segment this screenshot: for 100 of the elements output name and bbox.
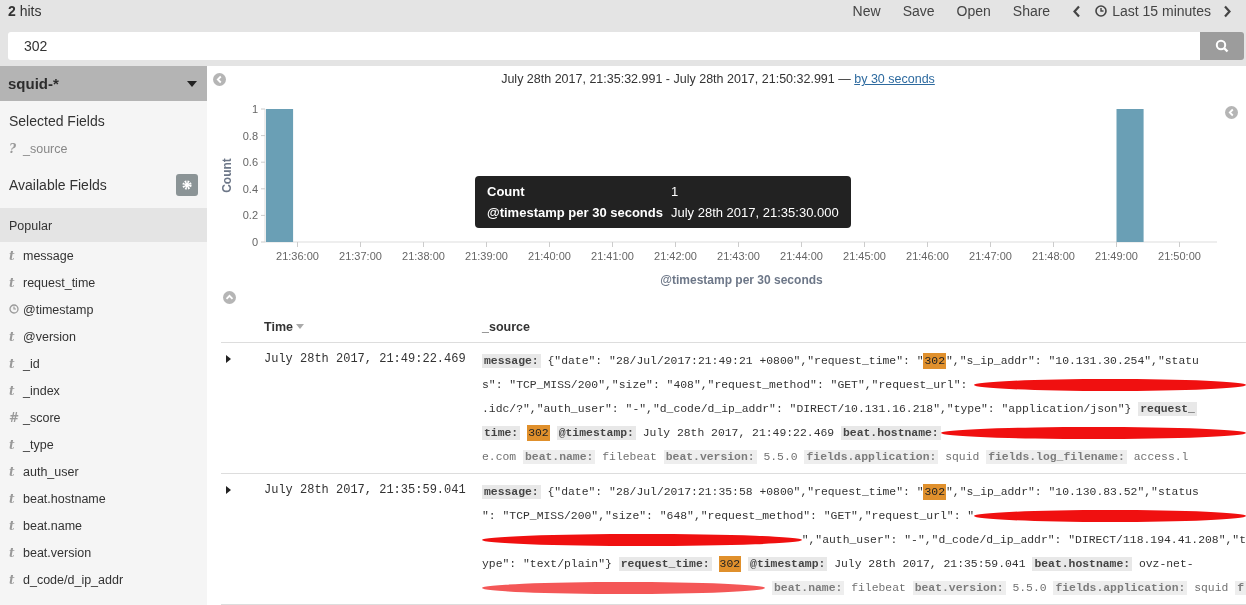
clock-icon [1095, 5, 1108, 17]
tooltip-label: @timestamp per 30 seconds [487, 204, 663, 220]
field-key: beat.version: [912, 581, 1006, 595]
source-text: ovz-net- [1137, 558, 1194, 570]
field-item[interactable]: t @version [0, 323, 207, 350]
field-key: @timestamp: [556, 426, 636, 440]
source-text: squid [944, 451, 981, 463]
next-button[interactable] [1223, 4, 1232, 18]
previous-button[interactable] [1072, 4, 1082, 18]
legend-toggle-icon[interactable] [1225, 105, 1238, 119]
interval-link[interactable]: by 30 seconds [854, 72, 935, 87]
menu-link[interactable]: Share [1012, 3, 1051, 19]
section-title: Selected Fields [9, 113, 105, 129]
x-tick-label: 21:44:00 [780, 249, 823, 262]
search-button[interactable] [1200, 32, 1244, 60]
field-item[interactable]: t _id [0, 350, 207, 377]
time-cell-text: July 28th 2017, 21:35:59.041 [264, 482, 467, 499]
field-key: fields.log_filename: [986, 450, 1127, 464]
histogram-bar[interactable] [1116, 108, 1144, 242]
field-type-mark: # [9, 410, 21, 425]
field-type-mark: ? [9, 141, 18, 156]
chevron-left-icon [1072, 4, 1082, 18]
menu-link[interactable]: New [852, 3, 881, 19]
column-header[interactable]: Time [264, 319, 482, 334]
field-type-mark: t [9, 572, 16, 587]
search-highlight: 302 [718, 556, 742, 572]
source-text: 5.5.0 [762, 451, 799, 463]
source-text: ","s_ip_addr": "10.131.30.254","statu [946, 355, 1199, 367]
field-item[interactable]: t request_time [0, 269, 207, 296]
field-type-mark: t [9, 275, 16, 290]
caret-right-icon [226, 355, 231, 363]
source-text: July 28th 2017, 21:35:59.041 [833, 558, 1027, 570]
y-tick-label: 0.4 [242, 182, 258, 195]
collapse-sidebar-icon[interactable] [213, 72, 226, 86]
source-text: {"date": "28/Jul/2017:21:35:58 +0800","request_time": " [546, 486, 924, 498]
search-icon [1215, 39, 1229, 53]
field-type-mark: t [9, 329, 16, 344]
x-tick-label: 21:43:00 [717, 249, 760, 262]
field-item[interactable]: # _score [0, 404, 207, 431]
field-type-mark: t [9, 356, 16, 371]
field-item[interactable]: t _type [0, 431, 207, 458]
time-cell-text: July 28th 2017, 21:49:22.469 [264, 351, 467, 368]
x-tick-label: 21:41:00 [591, 249, 634, 262]
source-text: ": "TCP_MISS/200","size": "648","request_method": "GET","request_url": " [482, 510, 975, 522]
field-type-mark: t [9, 248, 16, 263]
field-type-mark: t [9, 491, 16, 506]
settings-button[interactable] [176, 174, 198, 196]
tooltip-value: 1 [670, 183, 680, 199]
x-tick-label: 21:42:00 [654, 249, 697, 262]
field-key: request_time: [618, 557, 712, 571]
field-item[interactable]: t auth_user [0, 458, 207, 485]
field-key: message: [482, 485, 541, 499]
x-tick-label: 21:46:00 [906, 249, 949, 262]
collapse-chart-icon[interactable] [223, 291, 236, 305]
y-tick-label: 1 [251, 102, 258, 115]
gear-icon [182, 180, 192, 190]
field-item[interactable]: t _index [0, 377, 207, 404]
field-key: beat.version: [663, 450, 757, 464]
histogram-bar[interactable] [266, 108, 294, 242]
y-tick-label: 0.2 [242, 209, 258, 221]
hits-count: 2 hits [8, 3, 43, 19]
source-text: ype": "text/plain"} [482, 558, 613, 570]
field-key: beat.hostname: [1032, 557, 1133, 571]
field-item[interactable]: t beat.name [0, 512, 207, 539]
field-type-mark: t [9, 518, 16, 533]
field-item[interactable]: t beat.hostname [0, 485, 207, 512]
field-key: time: [482, 426, 521, 440]
source-text: squid [1193, 582, 1230, 594]
source-text: filebeat [850, 582, 907, 594]
menu-link[interactable]: Save [902, 3, 935, 19]
time-range-text: July 28th 2017, 21:35:32.991 - July 28th 2017, 21:50:32.991 — by 30 seconds [500, 72, 936, 87]
field-key: beat.name: [523, 450, 596, 464]
field-key: message: [482, 354, 541, 368]
field-key: beat.name: [771, 581, 845, 595]
field-item[interactable]: @timestamp [0, 296, 207, 323]
x-tick-label: 21:38:00 [402, 249, 445, 262]
y-tick-label: 0.6 [242, 155, 258, 168]
x-tick-label: 21:47:00 [969, 249, 1012, 262]
field-key: request_ [1138, 402, 1197, 416]
section-title: Popular [0, 208, 207, 242]
caret-icon [187, 80, 197, 87]
clock-icon [9, 303, 19, 314]
time-picker-link[interactable]: Last 15 minutes [1095, 3, 1211, 19]
field-item[interactable]: t d_code/d_ip_addr [0, 566, 207, 593]
tooltip-value: July 28th 2017, 21:35:30.000 [670, 204, 839, 220]
source-text: .idc/?","auth_user": "-","d_code/d_ip_addr": "DIRECT/10.131.16.218","type": "application/json"} [482, 403, 1133, 415]
search-field[interactable]: 302 [8, 32, 1200, 60]
field-item[interactable]: t message [0, 242, 207, 269]
field-item[interactable]: t beat.version [0, 539, 207, 566]
search-highlight: 302 [527, 425, 550, 441]
column-header[interactable]: _source [482, 319, 1246, 334]
menu-link[interactable]: Open [956, 3, 991, 19]
index-pattern-selector[interactable]: squid-* [0, 66, 207, 101]
chevron-right-icon [1223, 4, 1232, 18]
search-highlight: 302 [923, 353, 946, 369]
field-key: fields.application: [1053, 581, 1188, 595]
y-axis-title: Count [220, 157, 234, 193]
source-text: e.com [482, 451, 518, 463]
y-tick-label: 0 [251, 235, 258, 248]
x-tick-label: 21:50:00 [1158, 249, 1201, 262]
